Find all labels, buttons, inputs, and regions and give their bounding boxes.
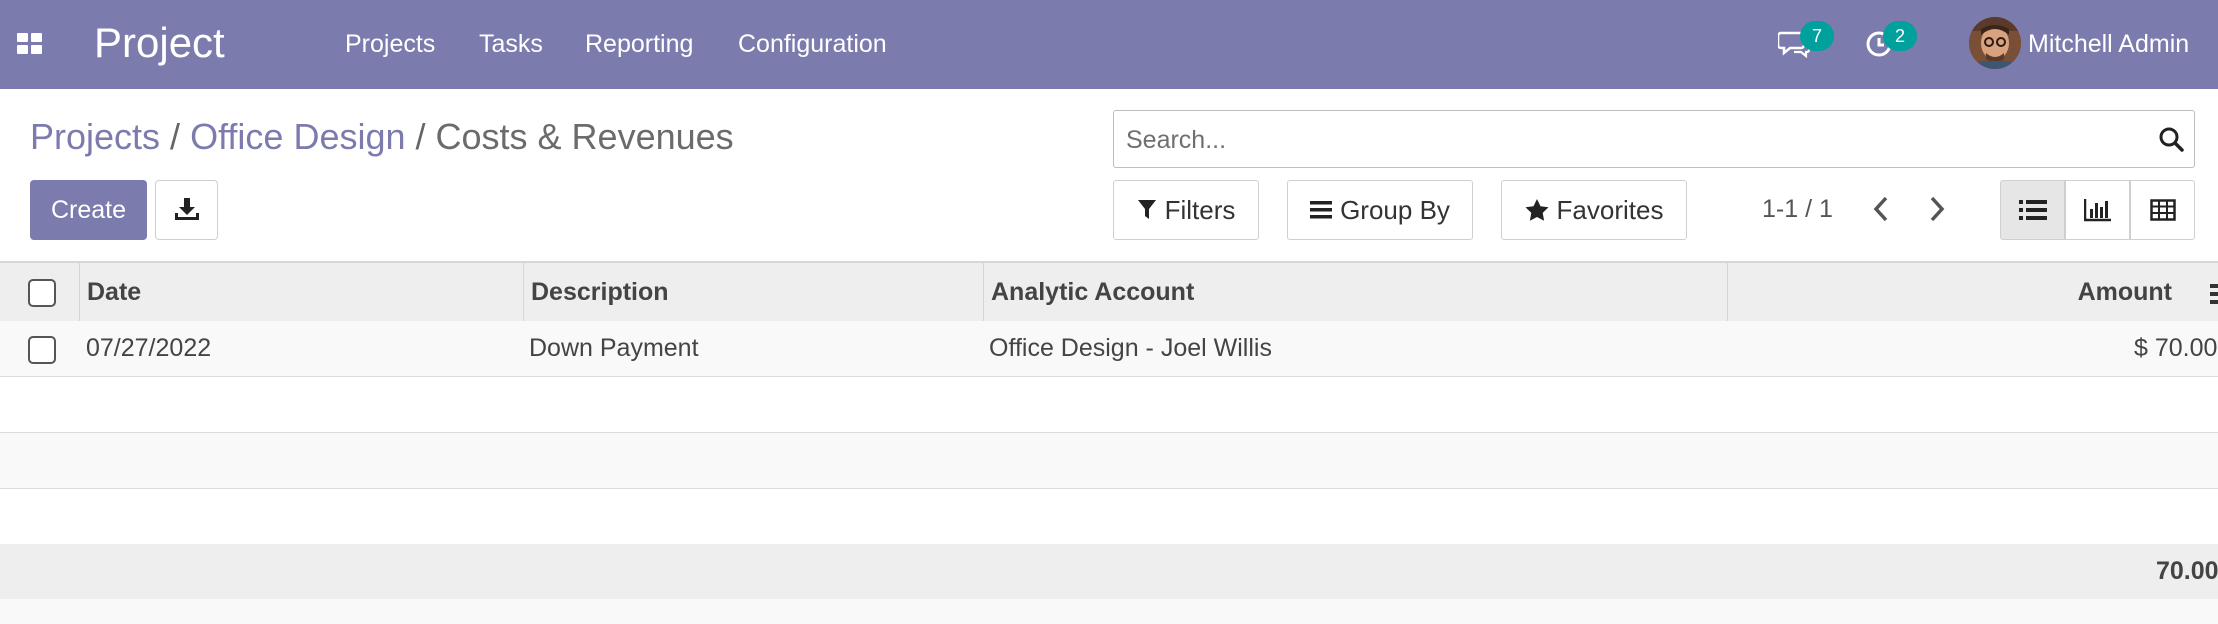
empty-row xyxy=(0,377,2218,433)
optional-columns-icon[interactable] xyxy=(2210,283,2218,305)
cell-date: 07/27/2022 xyxy=(86,334,212,362)
activities-badge: 2 xyxy=(1883,21,1917,51)
favorites-label: Favorites xyxy=(1556,194,1664,225)
pager-value[interactable]: 1-1 / 1 xyxy=(1762,193,1833,225)
pivot-view-button[interactable] xyxy=(2130,180,2195,240)
column-header-date[interactable]: Date xyxy=(87,263,141,321)
breadcrumb-projects[interactable]: Projects xyxy=(30,116,160,157)
search-bar xyxy=(1113,110,2195,168)
empty-row xyxy=(0,489,2218,545)
create-button[interactable]: Create xyxy=(30,180,147,240)
table-header: Date Description Analytic Account Amount xyxy=(0,261,2218,323)
top-navbar: Project Projects Tasks Reporting Configu… xyxy=(0,0,2218,89)
user-menu[interactable]: Mitchell Admin xyxy=(2028,28,2189,60)
search-input[interactable] xyxy=(1124,119,2128,161)
pivot-icon xyxy=(2149,199,2176,221)
column-header-description[interactable]: Description xyxy=(531,263,669,321)
menu-reporting[interactable]: Reporting xyxy=(585,28,693,60)
search-icon[interactable] xyxy=(2158,126,2184,152)
graph-icon xyxy=(2083,199,2111,222)
empty-row xyxy=(0,433,2218,489)
favorites-button[interactable]: Favorites xyxy=(1501,180,1687,240)
menu-configuration[interactable]: Configuration xyxy=(738,28,887,60)
filters-label: Filters xyxy=(1164,194,1236,225)
breadcrumb: Projects / Office Design / Costs & Revenues xyxy=(30,115,734,159)
breadcrumb-current: Costs & Revenues xyxy=(435,116,734,157)
breadcrumb-separator: / xyxy=(170,116,181,157)
export-button[interactable] xyxy=(155,180,218,240)
list-icon xyxy=(2018,200,2047,220)
group-by-button[interactable]: Group By xyxy=(1287,180,1473,240)
menu-tasks[interactable]: Tasks xyxy=(479,28,543,60)
bars-icon xyxy=(1310,201,1333,219)
amount-total: 70.00 xyxy=(2156,557,2218,585)
breadcrumb-office-design[interactable]: Office Design xyxy=(190,116,405,157)
chevron-right-icon[interactable] xyxy=(1928,194,1946,224)
select-all-checkbox[interactable] xyxy=(28,279,56,307)
group-by-label: Group By xyxy=(1340,194,1450,225)
grid-icon[interactable] xyxy=(17,33,42,55)
list-bottom-area xyxy=(0,599,2218,624)
messages-badge: 7 xyxy=(1800,21,1834,51)
messages-button[interactable]: 7 xyxy=(1778,21,1840,66)
breadcrumb-separator: / xyxy=(415,116,426,157)
menu-projects[interactable]: Projects xyxy=(345,28,435,60)
app-title[interactable]: Project xyxy=(94,18,225,68)
cell-description: Down Payment xyxy=(529,334,699,362)
table-footer: 70.00 xyxy=(0,544,2218,599)
row-checkbox[interactable] xyxy=(28,336,56,364)
graph-view-button[interactable] xyxy=(2065,180,2130,240)
download-icon xyxy=(174,197,199,220)
activities-button[interactable]: 2 xyxy=(1865,21,1925,66)
filters-button[interactable]: Filters xyxy=(1113,180,1259,240)
filter-icon xyxy=(1137,200,1156,219)
column-header-analytic-account[interactable]: Analytic Account xyxy=(991,263,1194,321)
cell-analytic-account: Office Design - Joel Willis xyxy=(989,334,1272,362)
avatar[interactable] xyxy=(1969,17,2021,69)
chevron-left-icon[interactable] xyxy=(1872,194,1890,224)
star-icon xyxy=(1525,199,1549,221)
cell-amount: $ 70.00 xyxy=(2134,334,2218,362)
column-header-amount[interactable]: Amount xyxy=(2078,263,2172,321)
list-view-button[interactable] xyxy=(2000,180,2065,240)
table-row[interactable]: 07/27/2022 Down Payment Office Design - … xyxy=(0,321,2218,377)
view-switcher xyxy=(2000,180,2195,240)
